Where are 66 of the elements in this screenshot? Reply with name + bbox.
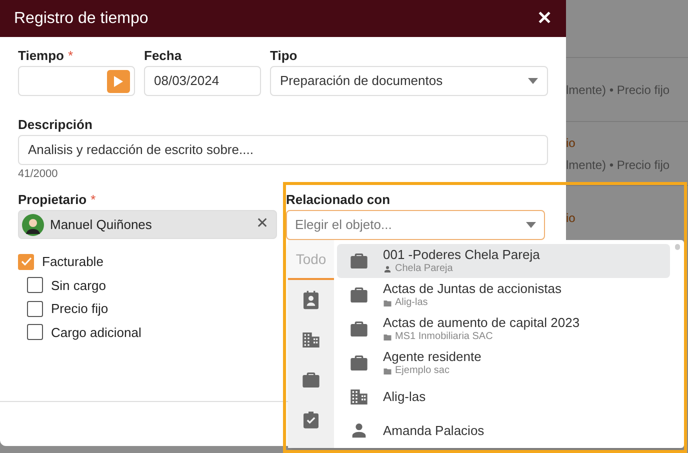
clipboard-check-icon (301, 410, 321, 430)
caret-icon (528, 78, 538, 84)
checkbox-label: Sin cargo (51, 276, 106, 295)
time-field[interactable] (18, 66, 135, 96)
option-subtitle: Ejemplo sac (395, 364, 450, 378)
row-detail-text: lmente) • Precio fijo (566, 82, 671, 98)
folder-icon (383, 298, 392, 308)
check-icon (20, 257, 32, 266)
row-detail-text: lmente) • Precio fijo (566, 156, 671, 174)
option-subtitle: Alig-las (395, 296, 428, 310)
option-subtitle: MS1 Inmobiliaria SAC (395, 330, 493, 344)
character-counter: 41/2000 (18, 168, 59, 181)
checkbox-label: Facturable (42, 253, 104, 271)
person-small-icon (383, 264, 392, 274)
option-title: 001 -Poderes Chela Pareja (383, 246, 540, 263)
description-field[interactable]: Analisis y redacción de escrito sobre.... (18, 135, 548, 165)
dropdown-option[interactable]: 001 -Poderes Chela Pareja Chela Pareja (337, 244, 670, 278)
option-title: Actas de Juntas de accionistas (383, 280, 562, 297)
checkbox-label: Precio fijo (51, 300, 108, 318)
option-subtitle: Chela Pareja (395, 262, 453, 276)
field-label: Propietario (18, 192, 87, 208)
option-title: Agente residente (383, 348, 482, 365)
dialog-title: Registro de tiempo (14, 8, 148, 28)
dropdown-option[interactable]: Actas de aumento de capital 2023 MS1 Inmobiliaria SAC (337, 312, 670, 346)
checkbox[interactable] (27, 324, 43, 340)
checkbox[interactable] (27, 300, 43, 317)
avatar-icon (22, 214, 44, 236)
option-title: Actas de aumento de capital 2023 (383, 314, 580, 331)
scrollbar-thumb[interactable] (675, 244, 680, 250)
field-label: Fecha (144, 48, 182, 64)
date-field[interactable]: 08/03/2024 (144, 66, 261, 96)
object-select[interactable]: Elegir el objeto... (286, 210, 545, 240)
dropdown-option[interactable]: Agente residente Ejemplo sac (337, 346, 670, 380)
required-asterisk: * (68, 48, 74, 64)
status-text: io (566, 210, 576, 226)
building-icon (301, 330, 321, 350)
dropdown-option[interactable]: Amanda Palacios (337, 414, 670, 448)
building-icon (349, 387, 369, 407)
field-label: Tiempo (18, 48, 64, 64)
briefcase-icon (349, 319, 369, 339)
option-title: Amanda Palacios (383, 422, 484, 440)
briefcase-icon (349, 285, 369, 305)
field-label: Tipo (270, 48, 298, 64)
type-select[interactable]: Preparación de documentos (270, 66, 548, 96)
briefcase-icon (349, 251, 369, 271)
contact-card-icon (301, 290, 321, 310)
briefcase-icon (349, 353, 369, 373)
remove-button[interactable]: ✕ (252, 213, 273, 236)
field-label: Descripción (18, 117, 92, 133)
play-icon (114, 76, 123, 86)
owner-name: Manuel Quiñones (50, 216, 153, 234)
briefcase-icon (301, 370, 321, 390)
folder-icon (383, 366, 392, 376)
checkbox[interactable] (18, 254, 34, 270)
field-label: Relacionado con (286, 192, 390, 208)
caret-icon (526, 222, 536, 228)
folder-icon (383, 332, 392, 342)
checkbox[interactable] (27, 277, 43, 294)
checkbox-label: Cargo adicional (51, 324, 142, 342)
status-text: io (566, 134, 576, 152)
owner-chip[interactable]: Manuel Quiñones ✕ (18, 210, 277, 239)
required-asterisk: * (90, 192, 96, 208)
close-button[interactable]: ✕ (537, 5, 552, 32)
dropdown-option[interactable]: Alig-las (337, 380, 670, 414)
option-title: Alig-las (383, 388, 426, 406)
dropdown-option[interactable]: Actas de Juntas de accionistas Alig-las (337, 278, 670, 312)
